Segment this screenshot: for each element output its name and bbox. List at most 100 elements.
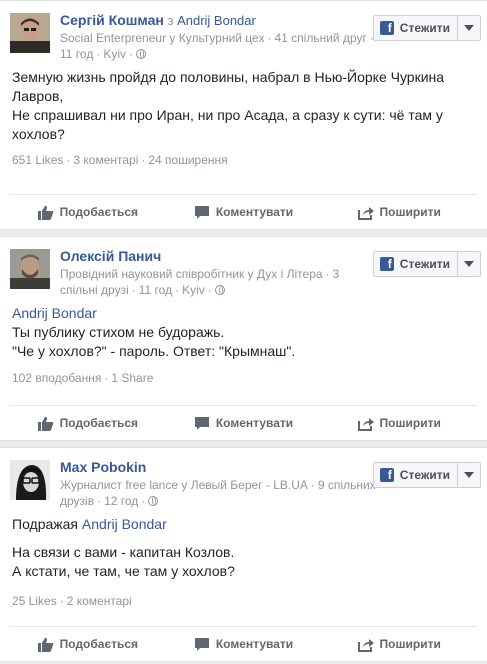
follow-button[interactable]: f Стежити xyxy=(372,462,481,488)
like-label: Подобається xyxy=(59,416,139,430)
likes-count[interactable]: 25 Likes xyxy=(12,594,57,608)
timestamp[interactable]: 12 год xyxy=(104,494,138,508)
post-text-line: "Че у хохлов?" - пароль. Ответ: "Крымнаш… xyxy=(12,343,296,359)
chevron-down-icon xyxy=(464,25,474,31)
via-name[interactable]: Andrij Bondar xyxy=(177,13,256,28)
author-name[interactable]: Сергій Кошман xyxy=(60,12,164,28)
mentioned-user[interactable]: Andrij Bondar xyxy=(82,516,167,532)
share-label: Поширити xyxy=(379,637,441,651)
post-text-line: А кстати, че там, че там у хохлов? xyxy=(12,563,235,579)
post-text-line: Земную жизнь пройдя до половины, набрал … xyxy=(12,69,445,85)
timestamp[interactable]: 11 год xyxy=(60,47,93,61)
globe-icon xyxy=(136,49,146,59)
share-label: Поширити xyxy=(379,205,441,219)
via-prefix: з xyxy=(167,13,174,28)
author-line: Max Pobokin xyxy=(60,459,146,475)
share-button[interactable]: Поширити xyxy=(321,637,477,652)
author-line: Сергій Кошман з Andrij Bondar xyxy=(60,12,256,28)
share-icon xyxy=(357,417,374,431)
follow-label: Стежити xyxy=(399,257,450,271)
avatar[interactable] xyxy=(10,460,50,500)
facebook-icon: f xyxy=(379,468,394,482)
follow-dropdown[interactable] xyxy=(458,463,480,487)
author-job[interactable]: Провідний науковий співробітник у Дух і … xyxy=(60,267,323,281)
mutual-friends[interactable]: 41 спільний друг xyxy=(274,31,366,45)
action-bar: Подобається Коментувати Поширити xyxy=(10,405,477,440)
reference-line: Подражая Andrij Bondar xyxy=(12,515,475,534)
like-button[interactable]: Подобається xyxy=(10,637,166,652)
post-text-line: На связи с вами - капитан Козлов. xyxy=(12,544,235,560)
follow-main[interactable]: f Стежити xyxy=(374,463,458,487)
facebook-icon: f xyxy=(379,21,394,35)
like-label: Подобається xyxy=(59,637,139,651)
post-meta: Провідний науковий співробітник у Дух і … xyxy=(60,267,340,297)
post-header: Сергій Кошман з Andrij Bondar Social Ent… xyxy=(0,1,487,61)
comment-button[interactable]: Коментувати xyxy=(166,416,322,431)
shares-count[interactable]: 1 Share xyxy=(111,371,153,385)
post-stats: 25 Likes · 2 коментарі xyxy=(12,594,132,608)
post-meta: Social Enterpreneur у Культурний цех · 41 … xyxy=(60,31,374,61)
mentioned-user[interactable]: Andrij Bondar xyxy=(12,304,475,323)
share-label: Поширити xyxy=(379,416,441,430)
follow-button[interactable]: f Стежити xyxy=(372,251,481,277)
comment-label: Коментувати xyxy=(215,637,294,651)
post-card: Max Pobokin Журналист free lance у Левый… xyxy=(0,447,487,662)
comment-label: Коментувати xyxy=(215,416,294,430)
post-card: Олексій Панич Провідний науковий співроб… xyxy=(0,236,487,441)
comment-button[interactable]: Коментувати xyxy=(166,205,322,220)
follow-dropdown[interactable] xyxy=(458,252,480,276)
comments-count[interactable]: 3 коментарі xyxy=(73,153,138,167)
comment-icon xyxy=(194,637,209,651)
post-text: Andrij Bondar Ты публику стихом не будор… xyxy=(0,304,487,361)
post-header: Max Pobokin Журналист free lance у Левый… xyxy=(0,448,487,508)
thumbs-up-icon xyxy=(37,416,53,431)
likes-count[interactable]: 651 Likes xyxy=(12,153,63,167)
follow-main[interactable]: f Стежити xyxy=(374,16,458,40)
avatar[interactable] xyxy=(10,13,50,53)
post-card: Сергій Кошман з Andrij Bondar Social Ent… xyxy=(0,0,487,230)
like-button[interactable]: Подобається xyxy=(10,416,166,431)
author-name[interactable]: Олексій Панич xyxy=(60,248,161,264)
post-text-line: хохлов? xyxy=(12,126,65,142)
share-button[interactable]: Поширити xyxy=(321,416,477,431)
comment-icon xyxy=(194,205,209,219)
post-text: Подражая Andrij Bondar На связи с вами -… xyxy=(0,515,487,581)
follow-dropdown[interactable] xyxy=(458,16,480,40)
comment-icon xyxy=(194,416,209,430)
post-text: Земную жизнь пройдя до половины, набрал … xyxy=(0,68,487,144)
chevron-down-icon xyxy=(464,261,474,267)
author-job[interactable]: Social Enterpreneur у Культурний цех xyxy=(60,31,264,45)
follow-main[interactable]: f Стежити xyxy=(374,252,458,276)
feed: Сергій Кошман з Andrij Bondar Social Ent… xyxy=(0,0,487,662)
likes-count[interactable]: 102 вподобання xyxy=(12,371,101,385)
share-button[interactable]: Поширити xyxy=(321,205,477,220)
thumbs-up-icon xyxy=(37,205,53,220)
timestamp[interactable]: 11 год xyxy=(139,283,172,297)
globe-icon xyxy=(148,496,159,506)
shares-count[interactable]: 24 поширення xyxy=(148,153,227,167)
post-stats: 651 Likes · 3 коментарі · 24 поширення xyxy=(12,153,228,167)
post-text-line: Не спрашивал ни про Иран, ни про Асада, … xyxy=(12,107,443,123)
facebook-icon: f xyxy=(379,257,394,271)
author-line: Олексій Панич xyxy=(60,248,161,264)
avatar[interactable] xyxy=(10,249,50,289)
globe-icon xyxy=(214,285,225,295)
comment-button[interactable]: Коментувати xyxy=(166,637,322,652)
action-bar: Подобається Коментувати Поширити xyxy=(10,194,477,229)
follow-button[interactable]: f Стежити xyxy=(372,15,481,41)
post-meta: Журналист free lance у Левый Берег - LB.… xyxy=(60,478,376,508)
post-header: Олексій Панич Провідний науковий співроб… xyxy=(0,237,487,297)
author-job[interactable]: Журналист free lance у Левый Берег - LB.… xyxy=(60,478,308,492)
like-label: Подобається xyxy=(59,205,139,219)
thumbs-up-icon xyxy=(37,637,53,652)
author-name[interactable]: Max Pobokin xyxy=(60,459,146,475)
follow-label: Стежити xyxy=(399,468,450,482)
follow-label: Стежити xyxy=(399,21,450,35)
post-text-line: Ты публику стихом не будоражь. xyxy=(12,324,225,340)
like-button[interactable]: Подобається xyxy=(10,205,166,220)
share-icon xyxy=(357,206,374,220)
location[interactable]: Kyiv xyxy=(103,47,126,61)
action-bar: Подобається Коментувати Поширити xyxy=(10,626,477,661)
location[interactable]: Kyiv xyxy=(182,283,205,297)
comments-count[interactable]: 2 коментарі xyxy=(67,594,132,608)
